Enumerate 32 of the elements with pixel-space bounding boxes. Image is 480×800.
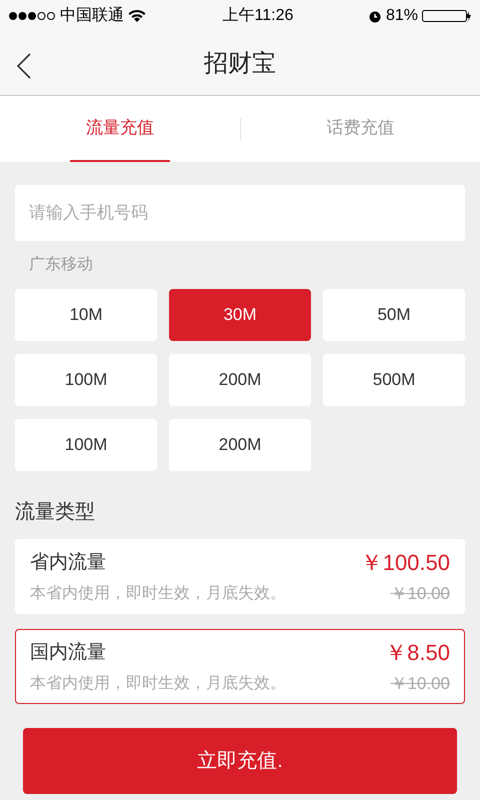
plan-name: 国内流量 [30, 640, 106, 664]
signal-icon [8, 11, 56, 21]
original-price: ￥10.00 [390, 673, 450, 696]
battery-icon [422, 9, 472, 23]
plan-price: ￥100.50 [360, 549, 450, 578]
package-option[interactable]: 500M [323, 354, 465, 406]
recharge-button[interactable]: 立即充值. [23, 728, 457, 794]
package-option[interactable]: 100M [15, 354, 157, 406]
plan-price: ￥8.50 [385, 639, 450, 668]
page-title: 招财宝 [204, 48, 276, 78]
section-heading: 流量类型 [15, 500, 96, 525]
battery-percent: 81% [386, 6, 418, 26]
plan-name: 省内流量 [30, 550, 106, 574]
plan-card[interactable]: 省内流量 ￥100.50 本省内使用，即时生效，月底失效。 ￥10.00 [15, 539, 465, 614]
package-option[interactable]: 200M [169, 354, 311, 406]
back-icon [17, 53, 31, 79]
phone-input-field[interactable]: 请输入手机号码 [15, 185, 465, 241]
package-option[interactable]: 10M [15, 289, 157, 341]
plan-card[interactable]: 国内流量 ￥8.50 本省内使用，即时生效，月底失效。 ￥10.00 [15, 629, 465, 704]
package-option[interactable]: 100M [15, 419, 157, 471]
wifi-icon [128, 9, 146, 23]
package-option[interactable]: 30M [169, 289, 311, 341]
carrier-text: 中国联通 [60, 6, 124, 26]
tab[interactable]: 流量充值 [70, 96, 170, 162]
original-price: ￥10.00 [390, 583, 450, 606]
package-option[interactable]: 50M [323, 289, 465, 341]
package-option[interactable]: 200M [169, 419, 311, 471]
operator-label: 广东移动 [29, 254, 94, 275]
status-time: 上午11:26 [222, 6, 294, 26]
plan-description: 本省内使用，即时生效，月底失效。 [30, 584, 286, 604]
alarm-icon [368, 9, 382, 23]
plan-description: 本省内使用，即时生效，月底失效。 [30, 674, 286, 694]
